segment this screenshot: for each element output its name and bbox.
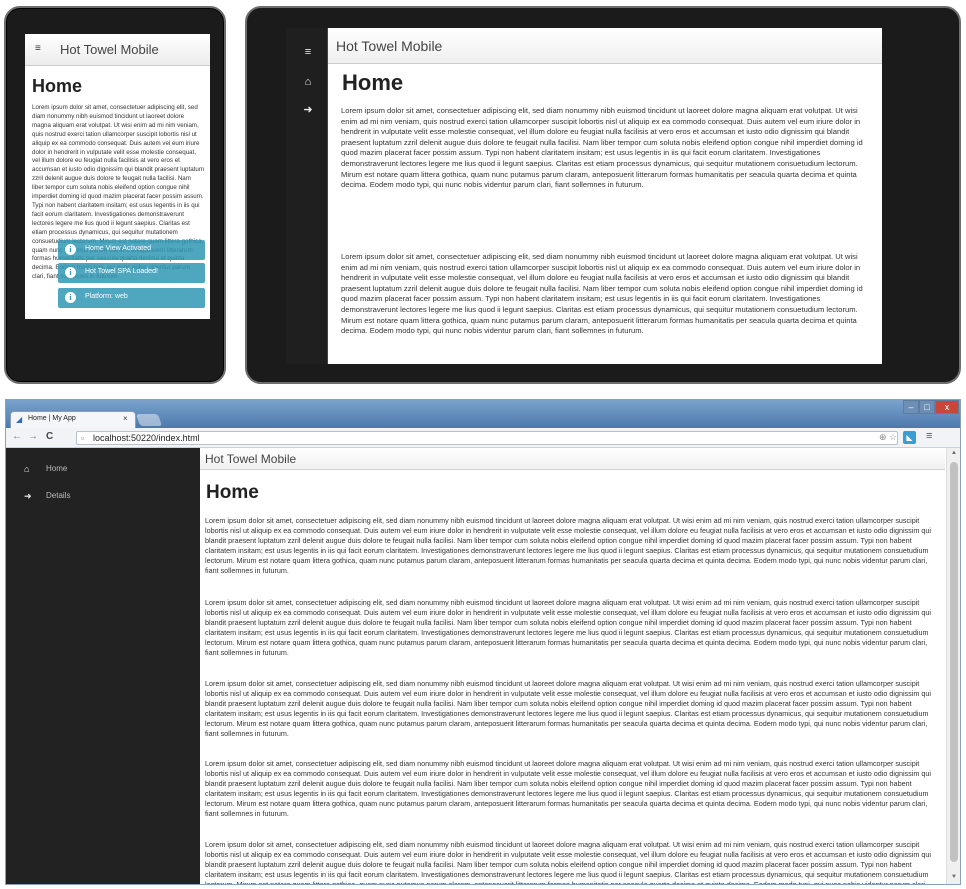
page-header: Hot Towel Mobile: [200, 448, 945, 470]
page-title: Home: [32, 76, 83, 96]
content-paragraph: Lorem ipsum dolor sit amet, consectetuer…: [341, 106, 863, 190]
sidebar-item-label: Home: [46, 464, 68, 473]
window-controls: – □ x: [903, 400, 959, 414]
minimize-button[interactable]: –: [903, 400, 919, 414]
phone-header: ≡ Hot Towel Mobile: [25, 34, 210, 66]
sidebar-item-details[interactable]: ➜ Details: [6, 487, 200, 507]
toast-notification[interactable]: i Home View Activated: [58, 240, 205, 260]
page-icon: ▫: [81, 433, 85, 443]
content-paragraph: Lorem ipsum dolor sit amet, consectetuer…: [205, 516, 931, 576]
close-window-button[interactable]: x: [935, 400, 959, 414]
scroll-down-icon[interactable]: ▼: [951, 874, 957, 880]
sidebar: ⌂ Home ➜ Details: [6, 448, 200, 884]
tablet-screen: ≡ ⌂ ➜ Hot Towel Mobile Home Lorem ipsum …: [286, 28, 882, 364]
info-icon: i: [65, 292, 76, 303]
arrow-right-icon[interactable]: ➜: [302, 104, 314, 116]
browser-titlebar: ◢ Home | My App × – □ x: [6, 400, 960, 428]
new-tab-button[interactable]: [135, 414, 163, 426]
page-title: Home: [206, 482, 259, 503]
tab-title: Home | My App: [28, 415, 76, 422]
app-title: Hot Towel Mobile: [205, 452, 297, 466]
scrollbar-thumb[interactable]: [950, 462, 958, 862]
favicon-icon: ◢: [16, 415, 23, 424]
content-paragraph: Lorem ipsum dolor sit amet, consectetuer…: [341, 252, 863, 336]
content-paragraph: Lorem ipsum dolor sit amet, consectetuer…: [205, 759, 931, 819]
back-button[interactable]: ←: [12, 431, 22, 442]
toast-message: Hot Towel SPA Loaded!: [85, 268, 158, 275]
content-paragraph: Lorem ipsum dolor sit amet, consectetuer…: [205, 598, 931, 658]
app-title: Hot Towel Mobile: [60, 42, 159, 57]
forward-button[interactable]: →: [28, 431, 38, 442]
url-text: localhost:50220/index.html: [93, 433, 200, 443]
info-icon: i: [65, 244, 76, 255]
bookmark-star-icon[interactable]: ☆: [889, 432, 897, 443]
browser-toolbar: ← → C ▫ localhost:50220/index.html ⊕ ☆ ◣…: [6, 428, 960, 448]
sidebar: ≡ ⌂ ➜: [286, 28, 328, 364]
arrow-right-icon: ➜: [24, 491, 32, 501]
toast-message: Home View Activated: [85, 245, 152, 252]
page-title: Home: [342, 70, 404, 95]
close-tab-icon[interactable]: ×: [123, 414, 128, 423]
menu-icon[interactable]: ≡: [35, 44, 45, 54]
toast-notification[interactable]: i Hot Towel SPA Loaded!: [58, 263, 205, 283]
toast-message: Platform: web: [85, 293, 128, 300]
maximize-button[interactable]: □: [919, 400, 935, 414]
scroll-up-icon[interactable]: ▲: [951, 450, 957, 456]
browser-tab[interactable]: ◢ Home | My App ×: [10, 411, 136, 428]
toast-notification[interactable]: i Platform: web: [58, 288, 205, 308]
app-title: Hot Towel Mobile: [336, 38, 443, 54]
info-icon: i: [65, 267, 76, 278]
page-viewport: ⌂ Home ➜ Details Hot Towel Mobile Home L…: [6, 448, 960, 884]
vertical-scrollbar[interactable]: ▲ ▼: [946, 448, 960, 884]
tablet-header: Hot Towel Mobile: [328, 28, 882, 64]
browser-window: ◢ Home | My App × – □ x ← → C ▫ localhos…: [5, 399, 961, 885]
menu-icon[interactable]: ≡: [302, 46, 314, 58]
content-paragraph: Lorem ipsum dolor sit amet, consectetuer…: [205, 679, 931, 739]
extension-icon[interactable]: ◣: [903, 431, 916, 444]
home-icon: ⌂: [24, 464, 30, 474]
sidebar-item-label: Details: [46, 491, 71, 500]
content-paragraph: Lorem ipsum dolor sit amet, consectetuer…: [205, 840, 931, 884]
address-bar[interactable]: ▫ localhost:50220/index.html ⊕ ☆: [76, 431, 898, 445]
zoom-icon[interactable]: ⊕: [879, 432, 887, 443]
home-icon[interactable]: ⌂: [302, 76, 314, 88]
browser-menu-icon[interactable]: ≡: [926, 430, 932, 442]
sidebar-item-home[interactable]: ⌂ Home: [6, 460, 200, 480]
reload-button[interactable]: C: [46, 431, 53, 442]
